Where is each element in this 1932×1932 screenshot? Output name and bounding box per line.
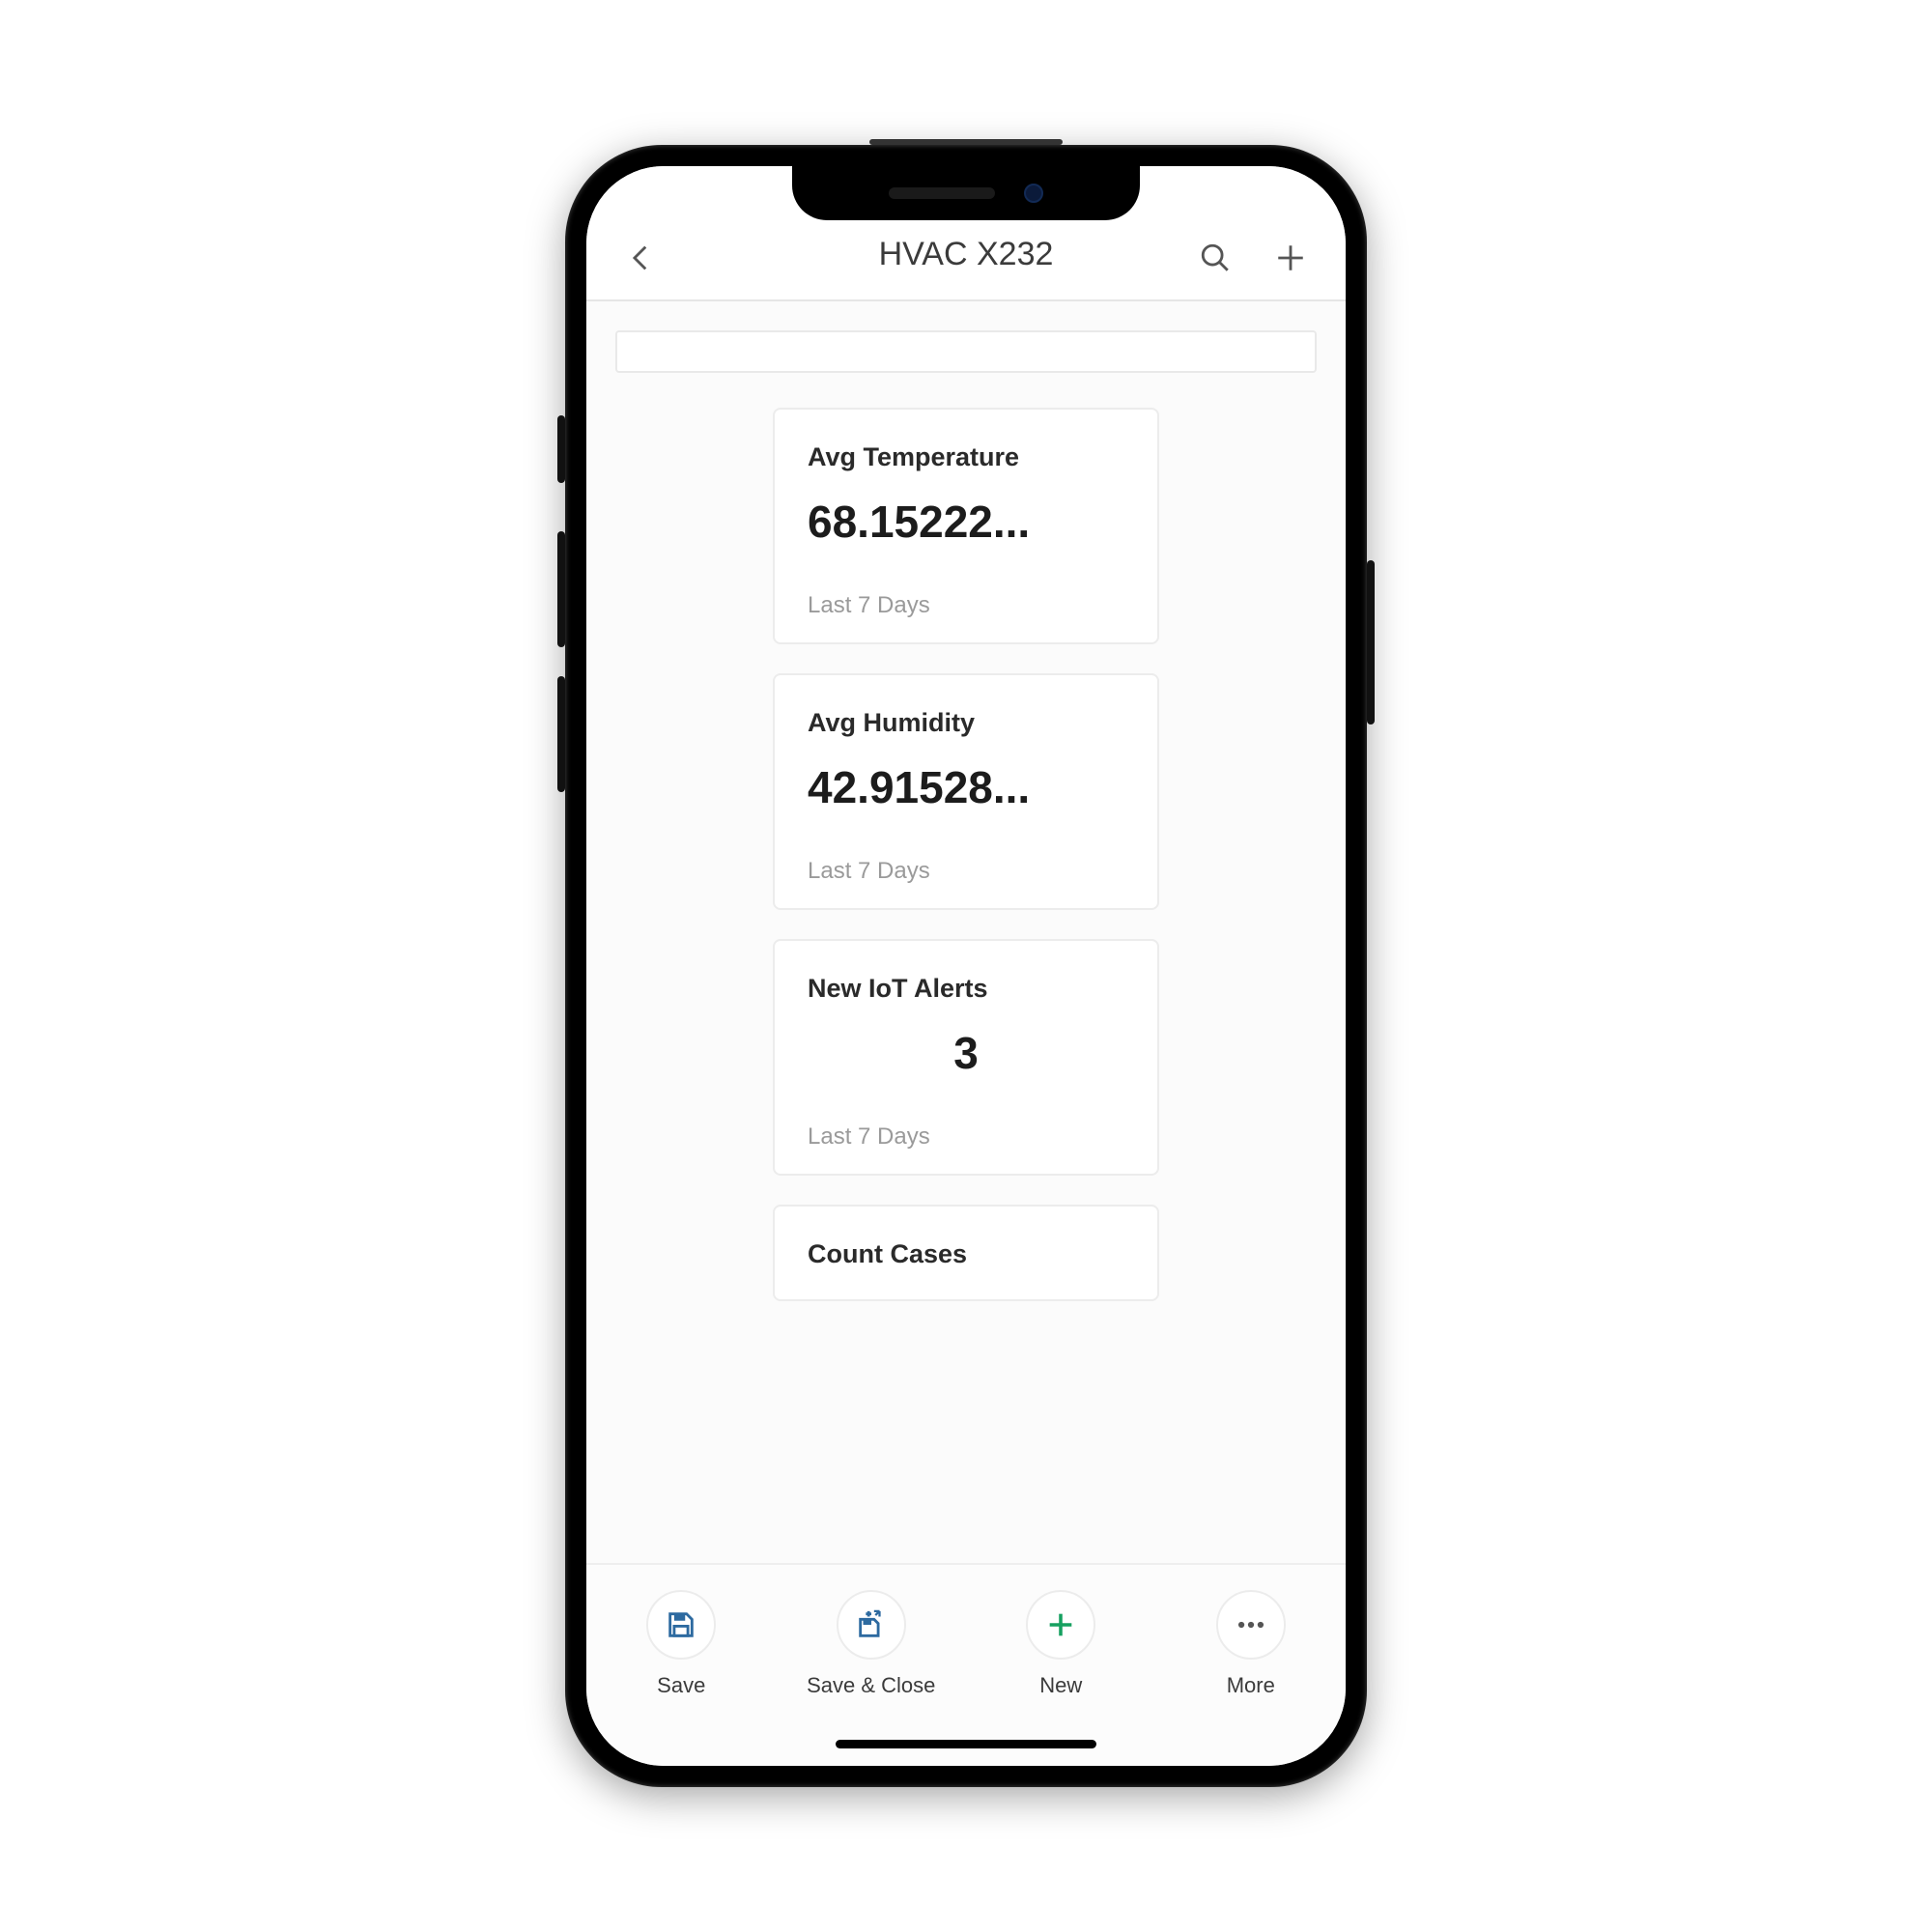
- more-icon-circle: [1216, 1590, 1286, 1660]
- chevron-left-icon: [625, 242, 658, 274]
- add-button[interactable]: [1274, 242, 1307, 279]
- save-and-close-button[interactable]: Save & Close: [799, 1590, 944, 1698]
- metric-card-new-iot-alerts[interactable]: New IoT Alerts 3 Last 7 Days: [773, 939, 1159, 1176]
- search-button[interactable]: [1199, 242, 1232, 279]
- card-value: 42.91528...: [808, 761, 1124, 813]
- metric-card-count-cases[interactable]: Count Cases: [773, 1205, 1159, 1301]
- plus-icon: [1274, 242, 1307, 274]
- content-area[interactable]: Avg Temperature 68.15222... Last 7 Days …: [586, 301, 1346, 1563]
- save-close-icon-circle: [837, 1590, 906, 1660]
- save-icon-circle: [646, 1590, 716, 1660]
- card-subtitle: Last 7 Days: [808, 592, 1124, 619]
- card-subtitle: Last 7 Days: [808, 1123, 1124, 1151]
- save-close-icon: [855, 1608, 888, 1641]
- plus-icon: [1044, 1608, 1077, 1641]
- notch: [792, 166, 1140, 220]
- side-button: [557, 415, 565, 483]
- side-button: [557, 531, 565, 647]
- phone-frame: HVAC X232 Avg Temperature 68.15222... La…: [565, 145, 1367, 1787]
- card-title: Avg Humidity: [808, 708, 1124, 738]
- new-button[interactable]: New: [988, 1590, 1133, 1698]
- save-label: Save: [657, 1673, 705, 1698]
- card-subtitle: Last 7 Days: [808, 858, 1124, 885]
- card-value: 68.15222...: [808, 496, 1124, 548]
- metric-card-avg-humidity[interactable]: Avg Humidity 42.91528... Last 7 Days: [773, 673, 1159, 910]
- back-button[interactable]: [625, 242, 658, 279]
- new-label: New: [1039, 1673, 1082, 1698]
- save-button[interactable]: Save: [609, 1590, 753, 1698]
- phone-screen: HVAC X232 Avg Temperature 68.15222... La…: [586, 166, 1346, 1766]
- card-title: Avg Temperature: [808, 442, 1124, 472]
- metric-card-avg-temperature[interactable]: Avg Temperature 68.15222... Last 7 Days: [773, 408, 1159, 644]
- bottom-toolbar: Save Save & Close: [586, 1563, 1346, 1766]
- side-button: [557, 676, 565, 792]
- card-title: Count Cases: [808, 1239, 1124, 1269]
- front-camera: [1024, 184, 1043, 203]
- side-button: [1367, 560, 1375, 724]
- top-panel: [615, 330, 1317, 373]
- more-button[interactable]: More: [1179, 1590, 1323, 1698]
- card-title: New IoT Alerts: [808, 974, 1124, 1004]
- more-icon: [1235, 1608, 1267, 1641]
- home-indicator[interactable]: [836, 1740, 1096, 1748]
- save-icon: [665, 1608, 697, 1641]
- search-icon: [1199, 242, 1232, 274]
- more-label: More: [1227, 1673, 1275, 1698]
- card-value: 3: [808, 1027, 1124, 1079]
- save-close-label: Save & Close: [807, 1673, 935, 1698]
- new-icon-circle: [1026, 1590, 1095, 1660]
- speaker: [889, 187, 995, 199]
